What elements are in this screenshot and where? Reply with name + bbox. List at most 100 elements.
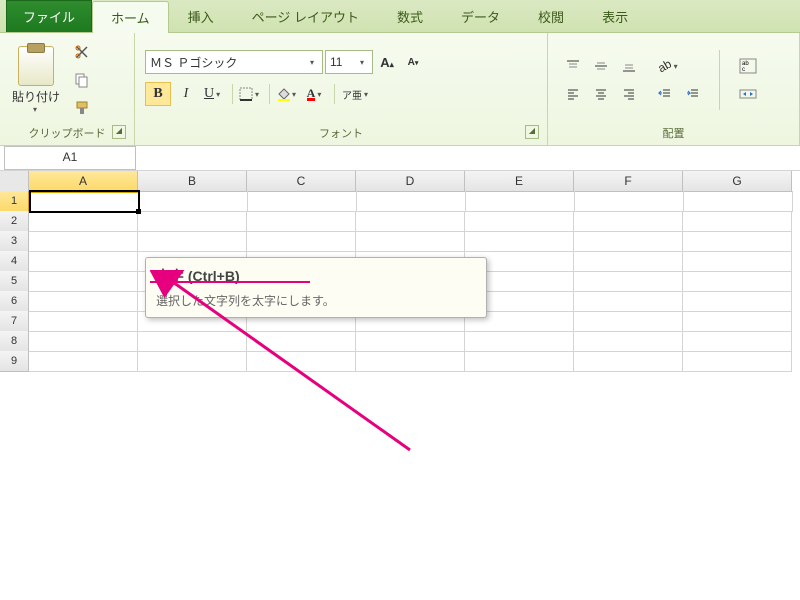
cell[interactable] <box>29 271 138 292</box>
cell[interactable] <box>574 331 683 352</box>
column-header[interactable]: E <box>465 171 574 192</box>
cell[interactable] <box>29 211 138 232</box>
cell[interactable] <box>683 291 792 312</box>
cell[interactable] <box>247 331 356 352</box>
cell[interactable] <box>357 191 466 212</box>
cell[interactable] <box>247 211 356 232</box>
cell[interactable] <box>683 351 792 372</box>
align-left-button[interactable] <box>560 82 586 106</box>
tab-home[interactable]: ホーム <box>92 1 169 33</box>
format-painter-button[interactable] <box>70 96 94 120</box>
cell[interactable] <box>465 211 574 232</box>
align-right-button[interactable] <box>616 82 642 106</box>
bold-button[interactable]: B <box>145 82 171 106</box>
cell[interactable] <box>466 191 575 212</box>
cell[interactable] <box>575 191 684 212</box>
underline-button[interactable]: U▾ <box>201 82 227 106</box>
copy-button[interactable] <box>70 68 94 92</box>
cell[interactable] <box>247 231 356 252</box>
cell[interactable] <box>574 231 683 252</box>
font-name-select[interactable]: ＭＳ Ｐゴシック ▾ <box>145 50 323 74</box>
cell[interactable] <box>356 331 465 352</box>
cell[interactable] <box>683 331 792 352</box>
cell[interactable] <box>684 191 793 212</box>
font-size-select[interactable]: 11 ▾ <box>325 50 373 74</box>
cell[interactable] <box>248 191 357 212</box>
cell[interactable] <box>683 271 792 292</box>
cell[interactable] <box>574 311 683 332</box>
align-bottom-button[interactable] <box>616 54 642 78</box>
cell[interactable] <box>465 331 574 352</box>
cell[interactable] <box>29 311 138 332</box>
row-header[interactable]: 5 <box>0 271 29 292</box>
align-top-button[interactable] <box>560 54 586 78</box>
cell[interactable] <box>29 331 138 352</box>
cell[interactable] <box>356 351 465 372</box>
row-header[interactable]: 9 <box>0 351 29 372</box>
decrease-font-button[interactable]: A▾ <box>401 50 425 74</box>
increase-font-button[interactable]: A▴ <box>375 50 399 74</box>
cell[interactable] <box>683 211 792 232</box>
cell[interactable] <box>465 351 574 372</box>
align-middle-button[interactable] <box>588 54 614 78</box>
cut-button[interactable] <box>70 40 94 64</box>
cell[interactable] <box>574 271 683 292</box>
cell[interactable] <box>683 231 792 252</box>
cell[interactable] <box>683 311 792 332</box>
cell[interactable] <box>29 291 138 312</box>
name-box[interactable]: A1 <box>4 146 136 170</box>
row-header[interactable]: 3 <box>0 231 29 252</box>
cell[interactable] <box>138 211 247 232</box>
column-header[interactable]: D <box>356 171 465 192</box>
cell[interactable] <box>574 211 683 232</box>
font-launcher[interactable]: ◢ <box>525 125 539 139</box>
font-color-button[interactable]: A ▾ <box>303 82 329 106</box>
italic-button[interactable]: I <box>173 82 199 106</box>
column-header[interactable]: B <box>138 171 247 192</box>
tab-insert[interactable]: 挿入 <box>169 0 233 32</box>
select-all-corner[interactable] <box>0 171 29 192</box>
cell[interactable] <box>29 251 138 272</box>
tab-view[interactable]: 表示 <box>583 0 647 32</box>
cell[interactable] <box>574 291 683 312</box>
column-header[interactable]: G <box>683 171 792 192</box>
row-header[interactable]: 4 <box>0 251 29 272</box>
cell[interactable] <box>683 251 792 272</box>
cell[interactable] <box>30 191 139 212</box>
fill-color-button[interactable]: ▾ <box>275 82 301 106</box>
phonetic-button[interactable]: ア亜 ▾ <box>340 82 374 106</box>
row-header[interactable]: 7 <box>0 311 29 332</box>
cell[interactable] <box>465 231 574 252</box>
cell[interactable] <box>138 231 247 252</box>
tab-review[interactable]: 校閲 <box>519 0 583 32</box>
merge-button[interactable] <box>733 82 763 106</box>
borders-button[interactable]: ▾ <box>238 82 264 106</box>
cell[interactable] <box>574 351 683 372</box>
paste-button[interactable]: 貼り付け ▾ <box>6 46 66 114</box>
column-header[interactable]: F <box>574 171 683 192</box>
cell[interactable] <box>356 231 465 252</box>
increase-indent-button[interactable] <box>680 82 706 106</box>
decrease-indent-button[interactable] <box>652 82 678 106</box>
tab-data[interactable]: データ <box>442 0 519 32</box>
wrap-text-button[interactable]: abc <box>733 54 763 78</box>
cell[interactable] <box>574 251 683 272</box>
cell[interactable] <box>29 231 138 252</box>
row-header[interactable]: 2 <box>0 211 29 232</box>
tab-formulas[interactable]: 数式 <box>378 0 442 32</box>
row-header[interactable]: 1 <box>0 191 30 212</box>
orientation-button[interactable]: ab▾ <box>652 54 688 78</box>
cell[interactable] <box>139 191 248 212</box>
cell[interactable] <box>138 331 247 352</box>
row-header[interactable]: 8 <box>0 331 29 352</box>
row-header[interactable]: 6 <box>0 291 29 312</box>
cell[interactable] <box>29 351 138 372</box>
column-header[interactable]: A <box>29 171 138 193</box>
cell[interactable] <box>356 211 465 232</box>
clipboard-launcher[interactable]: ◢ <box>112 125 126 139</box>
cell[interactable] <box>247 351 356 372</box>
align-center-button[interactable] <box>588 82 614 106</box>
cell[interactable] <box>138 351 247 372</box>
column-header[interactable]: C <box>247 171 356 192</box>
tab-file[interactable]: ファイル <box>6 0 92 32</box>
